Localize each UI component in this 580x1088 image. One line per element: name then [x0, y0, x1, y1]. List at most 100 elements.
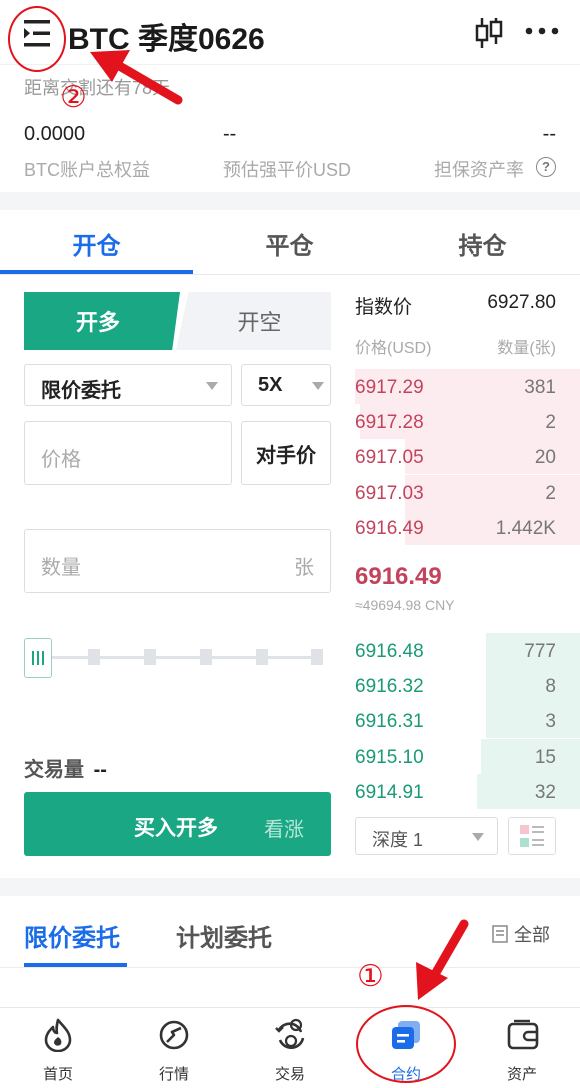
order-type-value: 限价委托: [41, 380, 121, 402]
list-icon: [492, 925, 508, 943]
chevron-down-icon: [206, 382, 218, 390]
section-gap: [0, 192, 580, 210]
buy-sublabel: 看涨: [264, 819, 304, 841]
leverage-value: 5X: [258, 374, 283, 396]
margin-rate-value: --: [542, 123, 556, 145]
help-icon[interactable]: ?: [536, 157, 556, 177]
slider-tick[interactable]: [88, 649, 100, 665]
margin-rate-label: 担保资产率: [434, 160, 524, 180]
depth-select[interactable]: 深度 1: [355, 817, 498, 855]
qty-column-header: 数量(张): [497, 340, 556, 357]
candlestick-chart-icon[interactable]: [474, 16, 504, 50]
row-quantity: 32: [534, 781, 556, 803]
depth-bar: [485, 703, 580, 739]
open-long-label: 开多: [75, 310, 120, 335]
nav-trade-label: 交易: [274, 1066, 305, 1083]
tab-divider: [0, 274, 580, 275]
liq-price-label: 预估强平价USD: [223, 160, 352, 180]
row-price: 6915.10: [355, 746, 424, 768]
wallet-icon: [507, 1019, 539, 1050]
ask-row[interactable]: 6917.29 381: [355, 369, 580, 404]
row-quantity: 1.442K: [495, 517, 556, 539]
last-price-cny: ≈49694.98 CNY: [355, 597, 455, 613]
equity-label: BTC账户总权益: [24, 160, 150, 180]
quantity-input[interactable]: 数量 张: [24, 529, 331, 593]
annotation-circle: [8, 6, 66, 72]
price-placeholder: 价格: [41, 449, 81, 471]
annotation-arrow-icon: [416, 919, 469, 1000]
nav-market[interactable]: 行情: [116, 1008, 232, 1088]
order-type-select[interactable]: 限价委托: [24, 364, 232, 406]
row-quantity: 3: [545, 711, 556, 733]
contract-trading-screen: BTC 季度0626 距离交割还有78天 0.0000 -- -- BTC账户总…: [0, 0, 580, 1088]
price-input[interactable]: 价格: [24, 421, 232, 485]
nav-home[interactable]: 首页: [0, 1008, 116, 1088]
more-icon[interactable]: [525, 24, 559, 36]
open-short-label: 开空: [237, 310, 282, 335]
slider-handle[interactable]: [24, 638, 52, 678]
row-price: 6916.31: [355, 711, 424, 733]
depth-bar: [476, 773, 580, 809]
tab-positions[interactable]: 持仓: [386, 226, 579, 261]
book-layout-icon: [520, 825, 544, 847]
buy-open-long-button[interactable]: 买入开多 看涨: [24, 792, 331, 856]
row-price: 6916.49: [355, 517, 424, 539]
nav-assets[interactable]: 资产: [464, 1008, 580, 1088]
bid-row[interactable]: 6916.32 8: [355, 668, 580, 704]
leverage-select[interactable]: 5X: [241, 364, 331, 406]
slider-tick[interactable]: [256, 649, 268, 665]
bid-row[interactable]: 6916.48 777: [355, 633, 580, 668]
slider-tick[interactable]: [311, 649, 323, 665]
divider: [0, 64, 580, 65]
row-quantity: 20: [534, 447, 556, 469]
bid-row[interactable]: 6915.10 15: [355, 738, 580, 774]
tab-limit-orders[interactable]: 限价委托: [24, 918, 120, 953]
row-quantity: 777: [524, 641, 556, 662]
row-price: 6916.48: [355, 641, 424, 662]
nav-assets-label: 资产: [506, 1066, 537, 1083]
row-quantity: 2: [545, 412, 556, 434]
last-price[interactable]: 6916.49: [355, 563, 442, 591]
annotation-arrow-icon: [90, 50, 183, 105]
ask-row[interactable]: 6917.03 2: [355, 474, 580, 510]
nav-trade[interactable]: 交易: [232, 1008, 348, 1088]
row-quantity: 2: [545, 482, 556, 504]
tab-close[interactable]: 平仓: [193, 226, 386, 261]
all-orders-button[interactable]: 全部: [492, 921, 550, 947]
slider-tick[interactable]: [144, 649, 156, 665]
open-short-button[interactable]: 开空: [176, 292, 331, 350]
bid-row[interactable]: 6916.31 3: [355, 703, 580, 739]
ask-row[interactable]: 6917.28 2: [355, 404, 580, 440]
tab-open[interactable]: 开仓: [0, 226, 193, 261]
buy-label: 买入开多: [134, 817, 218, 840]
nav-home-label: 首页: [42, 1066, 73, 1083]
counterparty-price-button[interactable]: 对手价: [241, 421, 331, 485]
chevron-down-icon: [472, 833, 484, 841]
volume-label: 交易量: [24, 759, 84, 781]
active-tab-indicator: [0, 270, 193, 274]
volume-row: 交易量 --: [24, 753, 107, 782]
ask-row[interactable]: 6917.05 20: [355, 439, 580, 475]
tab-plan-orders[interactable]: 计划委托: [176, 918, 272, 953]
volume-value: --: [93, 759, 107, 781]
row-price: 6917.05: [355, 447, 424, 469]
row-price: 6917.03: [355, 482, 424, 504]
index-price-label: 指数价: [355, 297, 413, 318]
active-tab-indicator: [24, 963, 127, 967]
price-column-header: 价格(USD): [355, 340, 432, 357]
bid-row[interactable]: 6914.91 32: [355, 773, 580, 809]
index-price-value: 6927.80: [487, 292, 556, 313]
row-price: 6914.91: [355, 781, 424, 803]
depth-value: 深度 1: [372, 830, 424, 850]
open-long-button[interactable]: 开多: [24, 292, 180, 350]
ask-row[interactable]: 6916.49 1.442K: [355, 509, 580, 545]
row-quantity: 15: [534, 746, 556, 768]
row-price: 6916.32: [355, 676, 424, 698]
slider-tick[interactable]: [200, 649, 212, 665]
book-layout-button[interactable]: [508, 817, 556, 855]
row-quantity: 8: [545, 676, 556, 698]
liq-price-value: --: [223, 123, 237, 145]
nav-market-label: 行情: [158, 1066, 189, 1083]
divider: [0, 967, 580, 968]
quantity-unit: 张: [294, 557, 314, 579]
